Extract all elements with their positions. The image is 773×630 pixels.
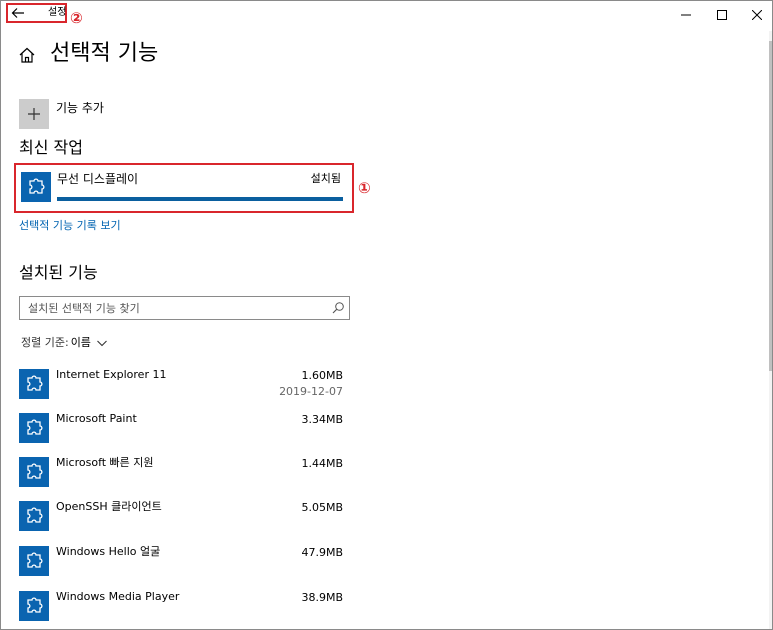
feature-size: 38.9MB: [301, 591, 343, 604]
recent-feature-tile: [21, 172, 51, 202]
feature-tile: [19, 413, 49, 443]
sort-label: 정렬 기준:: [21, 336, 69, 349]
recent-heading: 최신 작업: [19, 138, 83, 157]
puzzle-icon: [27, 463, 43, 479]
title-bar: 설정 ②: [1, 1, 772, 31]
feature-tile: [19, 457, 49, 487]
installed-heading: 설치된 기능: [19, 263, 98, 282]
window-title: 설정: [48, 7, 67, 18]
minimize-icon: [681, 14, 691, 16]
recent-item-status: 설치됨: [310, 172, 341, 185]
settings-window: 설정 ② 선택적 기능 기능 추가 최신 작업 무선 디스플레이 설치됨 ① 선…: [0, 0, 773, 630]
feature-size: 1.60MB: [301, 369, 343, 382]
search-icon[interactable]: [331, 301, 345, 315]
close-button[interactable]: [734, 1, 772, 29]
feature-size: 1.44MB: [301, 457, 343, 470]
feature-item-microsoft-paint[interactable]: Microsoft Paint 3.34MB: [19, 412, 350, 449]
home-icon[interactable]: [18, 46, 36, 64]
feature-size: 3.34MB: [301, 413, 343, 426]
recent-progress-bar: [57, 197, 343, 201]
back-arrow-icon[interactable]: [11, 7, 25, 19]
puzzle-icon: [27, 419, 43, 435]
feature-size: 47.9MB: [301, 546, 343, 559]
feature-name: Windows Media Player: [56, 590, 180, 603]
add-feature-label: 기능 추가: [56, 101, 104, 115]
sort-value[interactable]: 이름: [71, 336, 91, 350]
puzzle-icon: [29, 178, 45, 194]
search-input[interactable]: [20, 297, 328, 319]
feature-item-windows-hello-face[interactable]: Windows Hello 얼굴 47.9MB: [19, 545, 350, 582]
recent-progress-fill: [57, 197, 343, 201]
puzzle-icon: [27, 375, 43, 391]
feature-tile: [19, 369, 49, 399]
close-icon: [752, 10, 762, 20]
feature-name: OpenSSH 클라이언트: [56, 500, 162, 513]
recent-job-item[interactable]: 무선 디스플레이 설치됨: [14, 163, 354, 213]
feature-item-internet-explorer[interactable]: Internet Explorer 11 1.60MB 2019-12-07: [19, 368, 350, 405]
feature-tile: [19, 546, 49, 576]
feature-tile: [19, 591, 49, 621]
puzzle-icon: [27, 507, 43, 523]
maximize-icon: [717, 10, 727, 20]
scrollbar-thumb[interactable]: [769, 41, 772, 371]
puzzle-icon: [27, 552, 43, 568]
feature-name: Microsoft 빠른 지원: [56, 456, 154, 469]
puzzle-icon: [27, 597, 43, 613]
feature-item-openssh-client[interactable]: OpenSSH 클라이언트 5.05MB: [19, 500, 350, 537]
sort-control[interactable]: 정렬 기준: 이름: [21, 336, 108, 350]
scrollbar[interactable]: [769, 31, 772, 629]
feature-item-quick-assist[interactable]: Microsoft 빠른 지원 1.44MB: [19, 456, 350, 493]
search-field[interactable]: [19, 296, 350, 320]
feature-item-windows-media-player[interactable]: Windows Media Player 38.9MB: [19, 590, 350, 627]
feature-size: 5.05MB: [301, 501, 343, 514]
chevron-down-icon[interactable]: [96, 338, 108, 348]
annotation-marker-2: ②: [70, 9, 83, 27]
feature-date: 2019-12-07: [279, 385, 343, 398]
annotation-marker-1: ①: [358, 179, 371, 197]
page-title: 선택적 기능: [50, 41, 159, 66]
plus-icon: [28, 108, 40, 120]
add-feature-tile: [19, 99, 49, 129]
feature-tile: [19, 501, 49, 531]
feature-history-link[interactable]: 선택적 기능 기록 보기: [19, 219, 121, 233]
feature-name: Microsoft Paint: [56, 412, 137, 425]
recent-item-name: 무선 디스플레이: [57, 172, 139, 186]
feature-name: Windows Hello 얼굴: [56, 545, 161, 558]
feature-name: Internet Explorer 11: [56, 368, 167, 381]
